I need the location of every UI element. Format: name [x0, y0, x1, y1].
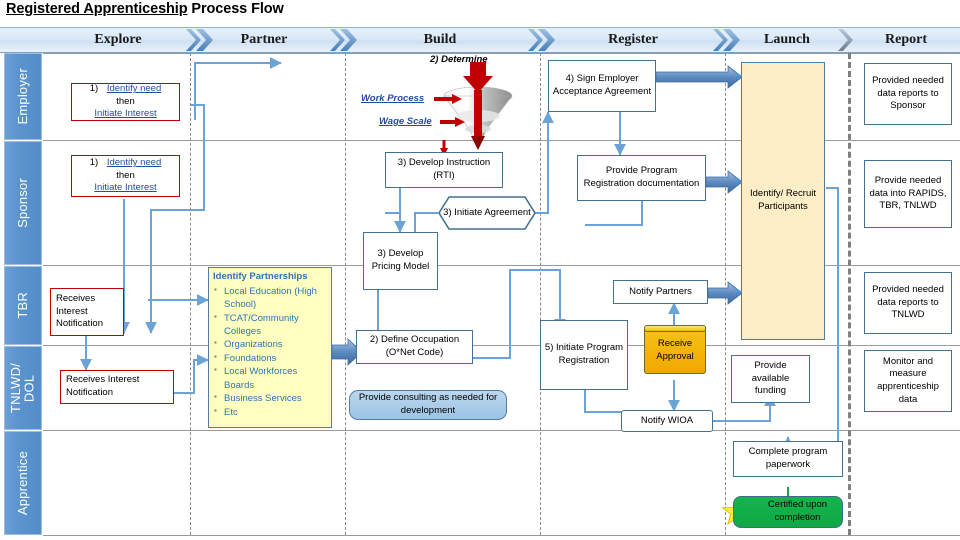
identify-partnerships-note[interactable]: Identify Partnerships Local Education (H…: [208, 267, 332, 428]
identify-partnerships-list: Local Education (High School) TCAT/Commu…: [213, 284, 327, 420]
partnership-item: TCAT/Community Colleges: [213, 311, 327, 339]
initiate-program-registration-box[interactable]: 5) Initiate Program Registration: [540, 320, 628, 390]
notify-wioa-box[interactable]: Notify WIOA: [621, 410, 713, 432]
phase-divider-launch-report: [848, 53, 851, 535]
wage-scale-link[interactable]: Wage Scale: [379, 116, 432, 127]
page-title-rest: Process Flow: [187, 1, 284, 17]
notify-partners-box[interactable]: Notify Partners: [613, 280, 708, 304]
page-title-underlined: Registered Apprenticeship: [6, 1, 188, 17]
employer-identify-need-link[interactable]: Identify need: [107, 83, 161, 94]
employer-identify-need-box[interactable]: 1) Identify need then Initiate Interest: [71, 83, 180, 121]
receive-approval-top-bar: [644, 325, 706, 332]
phase-label-build[interactable]: Build: [345, 29, 535, 51]
receives-interest-notification-tbr-box[interactable]: Receives Interest Notification: [50, 288, 124, 336]
lane-divider-tnlwd-apprentice: [43, 430, 960, 431]
determine-caption: 2) Determine: [430, 54, 488, 65]
lane-divider-top: [43, 53, 960, 54]
report-to-sponsor-box[interactable]: Provided needed data reports to Sponsor: [864, 63, 952, 125]
partnership-item: Business Services: [213, 391, 327, 405]
define-occupation-box[interactable]: 2) Define Occupation (O*Net Code): [356, 330, 473, 364]
develop-pricing-model-box[interactable]: 3) Develop Pricing Model: [363, 232, 438, 290]
provide-consulting-box[interactable]: Provide consulting as needed for develop…: [349, 390, 507, 420]
phase-label-register[interactable]: Register: [548, 29, 718, 51]
sponsor-identify-need-link[interactable]: Identify need: [107, 157, 161, 168]
employer-identify-then: then: [116, 95, 135, 107]
partnership-item: Etc: [213, 405, 327, 419]
provide-available-funding-box[interactable]: Provide available funding: [731, 355, 810, 403]
lane-divider-tbr-tnlwd: [43, 345, 960, 346]
lane-label-tbr: TBR: [4, 266, 42, 345]
employer-identify-num: 1): [89, 83, 99, 95]
sponsor-identify-num: 1): [89, 157, 99, 169]
complete-paperwork-box[interactable]: Complete program paperwork: [733, 441, 843, 477]
phase-divider-register-launch: [725, 53, 726, 535]
lane-label-employer: Employer: [4, 53, 42, 140]
initiate-agreement-hex[interactable]: 3) Initiate Agreement: [438, 196, 536, 230]
phase-label-report[interactable]: Report: [856, 29, 956, 51]
phase-label-explore[interactable]: Explore: [44, 29, 192, 51]
receives-interest-notification-dol-box[interactable]: Receives Interest Notification: [60, 370, 174, 404]
phase-label-partner[interactable]: Partner: [200, 29, 328, 51]
identify-partnerships-title: Identify Partnerships: [213, 271, 308, 282]
receive-approval-box[interactable]: Receive Approval: [644, 328, 706, 374]
monitor-measure-box[interactable]: Monitor and measure apprenticeship data: [864, 350, 952, 412]
lane-label-tnlwd-dol: TNLWD/ DOL: [4, 346, 42, 430]
work-process-link[interactable]: Work Process: [361, 93, 424, 104]
lane-label-sponsor: Sponsor: [4, 141, 42, 265]
report-to-tnlwd-box[interactable]: Provided needed data reports to TNLWD: [864, 272, 952, 334]
sponsor-identify-need-box[interactable]: 1) Identify need then Initiate Interest: [71, 155, 180, 197]
process-flow-diagram: Registered Apprenticeship Process Flow E…: [0, 0, 960, 540]
initiate-agreement-label: 3) Initiate Agreement: [443, 206, 531, 218]
phase-label-launch[interactable]: Launch: [733, 29, 841, 51]
partnership-item: Organizations: [213, 337, 327, 351]
provide-program-registration-box[interactable]: Provide Program Registration documentati…: [577, 155, 706, 201]
partnership-item: Local Workforces Boards: [213, 364, 327, 392]
page-title: Registered Apprenticeship Process Flow: [6, 1, 284, 17]
phase-divider-explore-partner: [190, 53, 191, 535]
lane-label-apprentice: Apprentice: [4, 431, 42, 535]
lane-divider-bottom: [43, 535, 960, 536]
sponsor-identify-then: then: [116, 169, 135, 181]
employer-initiate-interest-link[interactable]: Initiate Interest: [94, 108, 156, 121]
sign-employer-agreement-box[interactable]: 4) Sign Employer Acceptance Agreement: [548, 60, 656, 112]
phase-divider-partner-build: [345, 53, 346, 535]
identify-recruit-participants-box[interactable]: Identify/ Recruit Participants: [741, 62, 825, 340]
sponsor-initiate-interest-link[interactable]: Initiate Interest: [94, 182, 156, 195]
develop-instruction-box[interactable]: 3) Develop Instruction (RTI): [385, 152, 503, 188]
partnership-item: Foundations: [213, 351, 327, 365]
certified-upon-completion-box[interactable]: Certified upon completion: [733, 496, 843, 528]
phase-divider-build-register: [540, 53, 541, 535]
partnership-item: Local Education (High School): [213, 284, 327, 312]
report-rapids-box[interactable]: Provide needed data into RAPIDS, TBR, TN…: [864, 160, 952, 228]
